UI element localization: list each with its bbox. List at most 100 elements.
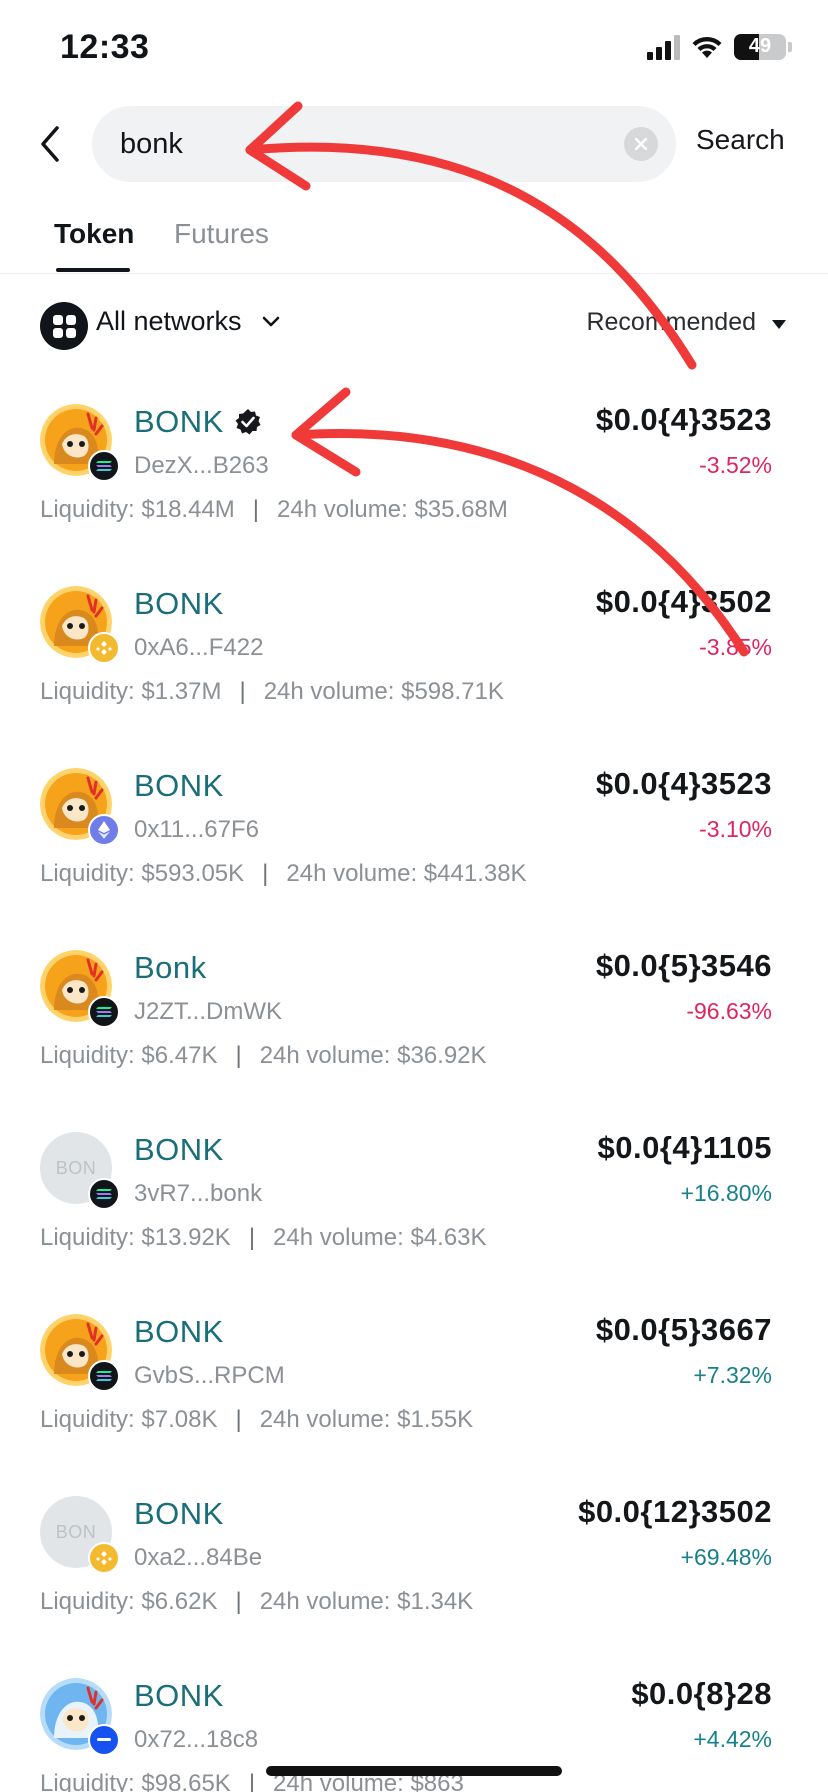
- token-address: DezX...B263: [134, 452, 269, 479]
- token-liquidity: Liquidity: $18.44M: [40, 496, 235, 523]
- chevron-left-icon: [41, 126, 59, 162]
- token-price-change: -3.52%: [699, 452, 772, 478]
- token-liquidity: Liquidity: $7.08K: [40, 1406, 218, 1433]
- token-avatar: [40, 768, 120, 846]
- token-list: BONK DezX...B263 $0.0{4}3523 -3.52% Liqu…: [0, 388, 828, 1792]
- search-button[interactable]: Search: [696, 124, 785, 156]
- token-price-change: -3.10%: [699, 816, 772, 842]
- token-address: 3vR7...bonk: [134, 1180, 263, 1207]
- token-address: 0xA6...F422: [134, 634, 264, 661]
- stats-divider: |: [248, 1224, 256, 1251]
- token-name: BONK: [134, 1314, 224, 1349]
- token-name-group: BONK: [134, 1314, 224, 1350]
- token-address: 0x72...18c8: [134, 1726, 259, 1753]
- token-address: 0x11...67F6: [134, 816, 259, 843]
- verified-badge-icon: [235, 409, 261, 435]
- battery-tip: [788, 42, 792, 52]
- battery-icon: 49: [734, 34, 786, 60]
- caret-down-icon[interactable]: [772, 320, 786, 329]
- token-stats: Liquidity: $6.62K | 24h volume: $1.34K: [40, 1588, 473, 1616]
- token-name: BONK: [134, 404, 224, 439]
- token-row[interactable]: BONK DezX...B263 $0.0{4}3523 -3.52% Liqu…: [0, 388, 828, 570]
- token-avatar: [40, 950, 120, 1028]
- ethereum-chain-icon: [88, 814, 120, 846]
- bnb-chain-icon: [88, 632, 120, 664]
- token-address: 0xa2...84Be: [134, 1544, 263, 1571]
- token-avatar: BON: [40, 1496, 120, 1574]
- token-name-group: BONK: [134, 1496, 224, 1532]
- cellular-signal-icon: [647, 34, 680, 60]
- stats-divider: |: [252, 496, 260, 523]
- network-filter-label[interactable]: All networks: [96, 306, 242, 337]
- tab-bar: Token Futures: [0, 210, 828, 274]
- token-price-change: -3.85%: [699, 634, 772, 660]
- solana-chain-icon: [88, 1360, 120, 1392]
- token-avatar: [40, 1678, 120, 1756]
- token-liquidity: Liquidity: $6.62K: [40, 1588, 218, 1615]
- token-name: BONK: [134, 1496, 224, 1531]
- token-name-group: BONK: [134, 404, 262, 440]
- search-box[interactable]: [92, 106, 676, 182]
- token-price-change: +16.80%: [680, 1180, 772, 1206]
- token-row[interactable]: BONK 0xA6...F422 $0.0{4}3502 -3.85% Liqu…: [0, 570, 828, 752]
- token-stats: Liquidity: $1.37M | 24h volume: $598.71K: [40, 678, 504, 706]
- token-row[interactable]: BON BONK 0xa2...84Be $0.0{12}3502 +69.48…: [0, 1480, 828, 1662]
- chevron-down-icon[interactable]: [262, 316, 280, 328]
- bnb-chain-icon: [88, 1542, 120, 1574]
- token-price: $0.0{12}3502: [578, 1494, 772, 1529]
- status-bar: 12:33 49: [0, 0, 828, 100]
- token-name-group: BONK: [134, 768, 224, 804]
- token-name-group: BONK: [134, 1132, 224, 1168]
- tab-token[interactable]: Token: [54, 218, 134, 250]
- filter-row: All networks Recommended: [0, 296, 828, 352]
- token-avatar: [40, 1314, 120, 1392]
- token-row[interactable]: BONK GvbS...RPCM $0.0{5}3667 +7.32% Liqu…: [0, 1298, 828, 1480]
- search-header: Search: [0, 104, 828, 188]
- back-button[interactable]: [26, 120, 74, 168]
- token-row[interactable]: BON BONK 3vR7...bonk $0.0{4}1105 +16.80%…: [0, 1116, 828, 1298]
- solana-chain-icon: [88, 1178, 120, 1210]
- token-liquidity: Liquidity: $1.37M: [40, 678, 222, 705]
- token-liquidity: Liquidity: $98.65K: [40, 1770, 231, 1792]
- wifi-icon: [690, 34, 724, 60]
- token-name: BONK: [134, 586, 224, 621]
- token-price: $0.0{8}28: [631, 1676, 772, 1711]
- token-name: Bonk: [134, 950, 207, 985]
- solana-chain-icon: [88, 996, 120, 1028]
- token-avatar: [40, 404, 120, 482]
- stats-divider: |: [235, 1406, 242, 1433]
- sort-dropdown-label[interactable]: Recommended: [586, 308, 756, 337]
- token-volume: 24h volume: $4.63K: [273, 1224, 487, 1251]
- token-price: $0.0{4}1105: [597, 1130, 772, 1165]
- token-name-group: BONK: [134, 1678, 224, 1714]
- base-chain-icon: [88, 1724, 120, 1756]
- token-volume: 24h volume: $1.55K: [259, 1406, 474, 1433]
- clear-search-button[interactable]: [624, 127, 658, 161]
- close-icon: [634, 137, 648, 151]
- status-time: 12:33: [60, 28, 150, 66]
- token-name-group: Bonk: [134, 950, 207, 986]
- token-stats: Liquidity: $6.47K | 24h volume: $36.92K: [40, 1042, 487, 1070]
- home-indicator[interactable]: [266, 1766, 562, 1776]
- grid-icon[interactable]: [40, 302, 88, 350]
- stats-divider: |: [235, 1042, 242, 1069]
- stats-divider: |: [262, 860, 269, 887]
- token-price-change: -96.63%: [686, 998, 772, 1024]
- token-address: GvbS...RPCM: [134, 1362, 285, 1389]
- token-stats: Liquidity: $18.44M | 24h volume: $35.68M: [40, 496, 508, 524]
- token-stats: Liquidity: $7.08K | 24h volume: $1.55K: [40, 1406, 473, 1434]
- token-name: BONK: [134, 1132, 224, 1167]
- search-input[interactable]: [120, 106, 600, 182]
- token-volume: 24h volume: $35.68M: [277, 496, 508, 523]
- token-stats: Liquidity: $13.92K | 24h volume: $4.63K: [40, 1224, 487, 1252]
- tab-futures[interactable]: Futures: [174, 218, 269, 250]
- status-icons: 49: [647, 34, 792, 60]
- screen: 12:33 49 bonk Search Token Futures All n…: [0, 0, 828, 1792]
- token-name-group: BONK: [134, 586, 224, 622]
- token-row[interactable]: Bonk J2ZT...DmWK $0.0{5}3546 -96.63% Liq…: [0, 934, 828, 1116]
- token-price: $0.0{4}3502: [595, 584, 772, 619]
- stats-divider: |: [248, 1770, 256, 1792]
- token-liquidity: Liquidity: $6.47K: [40, 1042, 218, 1069]
- token-liquidity: Liquidity: $13.92K: [40, 1224, 231, 1251]
- token-row[interactable]: BONK 0x11...67F6 $0.0{4}3523 -3.10% Liqu…: [0, 752, 828, 934]
